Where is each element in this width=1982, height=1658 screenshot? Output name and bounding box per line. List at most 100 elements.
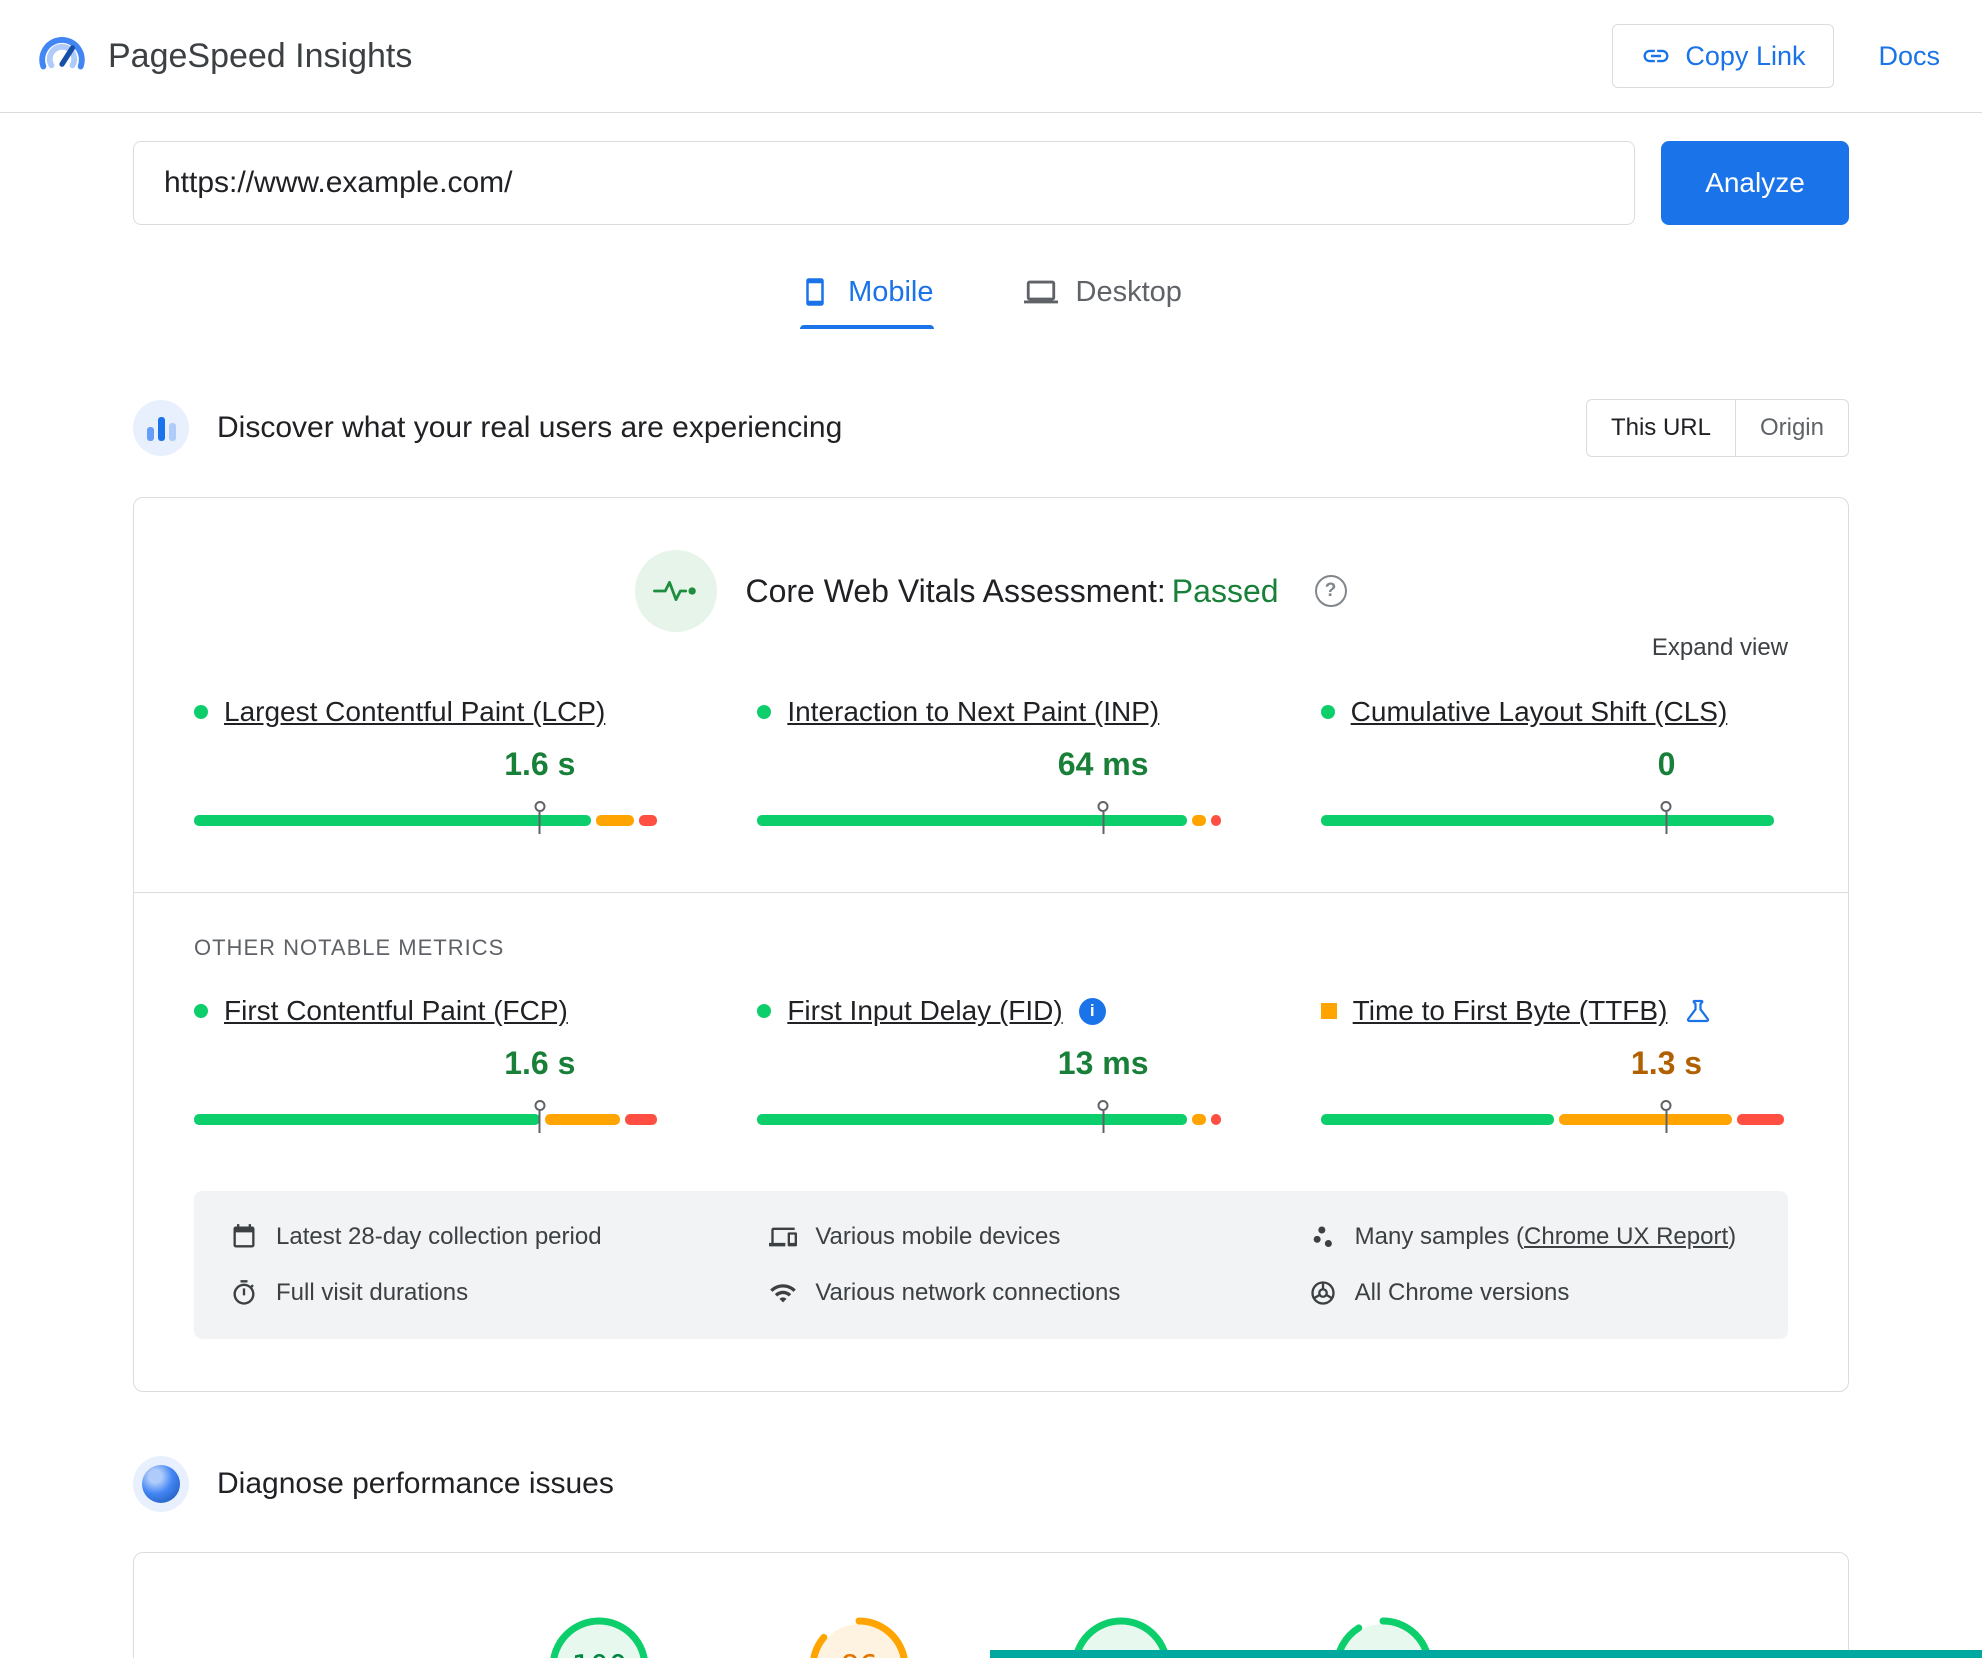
url-input[interactable] [133, 141, 1635, 225]
p75-marker [1097, 1100, 1109, 1133]
experiment-flask-icon[interactable] [1683, 996, 1713, 1026]
bar-poor-segment [1211, 1114, 1221, 1125]
help-icon[interactable]: ? [1314, 575, 1347, 607]
distribution-bar [1320, 815, 1788, 826]
other-metrics-label: OTHER NOTABLE METRICS [194, 935, 505, 960]
device-tabs: Mobile Desktop [133, 275, 1849, 329]
metric-link-fid[interactable]: First Input Delay (FID) [787, 995, 1062, 1027]
samples-icon [1313, 1226, 1332, 1248]
category-accessibility[interactable]: 86 Accessibility [784, 1615, 934, 1658]
collection-details-box: Latest 28-day collection period Various … [194, 1191, 1788, 1339]
bar-good-segment [194, 1114, 540, 1125]
metric-value: 13 ms [1057, 1045, 1149, 1081]
bar-ni-segment [596, 815, 634, 826]
tab-mobile[interactable]: Mobile [800, 275, 934, 329]
good-rating-dot [194, 1004, 208, 1018]
lab-data-heading: Diagnose performance issues [217, 1467, 614, 1500]
good-rating-dot [757, 705, 772, 719]
collection-period-text: Latest 28-day collection period [276, 1223, 602, 1250]
score-value: 86 [807, 1615, 911, 1658]
score-value: 100 [547, 1615, 651, 1658]
scope-this-url[interactable]: This URL [1587, 400, 1735, 456]
marker-stem [1102, 1111, 1105, 1133]
bar-good-segment [757, 1114, 1188, 1125]
metric-link-inp[interactable]: Interaction to Next Paint (INP) [787, 696, 1159, 728]
distribution-bar [194, 1114, 661, 1125]
metric-value: 64 ms [1057, 746, 1149, 782]
bar-ni-segment [1559, 1114, 1733, 1125]
bar-ni-segment [1192, 815, 1207, 826]
metric-value: 1.3 s [1630, 1045, 1703, 1081]
scope-origin[interactable]: Origin [1734, 400, 1848, 456]
category-performance[interactable]: 100 Performance [524, 1615, 674, 1658]
samples-item: Many samples (Chrome UX Report) [1309, 1223, 1752, 1251]
connections-text: Various network connections [815, 1279, 1121, 1306]
chrome-icon [1310, 1281, 1335, 1305]
metric-value: 1.6 s [504, 746, 576, 782]
metric-link-ttfb[interactable]: Time to First Byte (TTFB) [1353, 995, 1668, 1027]
marker-stem [538, 812, 541, 834]
marker-dot [1660, 1100, 1672, 1111]
marker-stem [1665, 812, 1668, 834]
metric-link-lcp[interactable]: Largest Contentful Paint (LCP) [224, 696, 605, 728]
p75-marker [534, 801, 546, 834]
tab-desktop[interactable]: Desktop [1023, 275, 1182, 329]
lighthouse-report-card: 100 Performance 86 Accessibility [133, 1552, 1849, 1658]
app-header: PageSpeed Insights Copy Link Docs [0, 0, 1982, 113]
marker-dot [534, 1100, 546, 1111]
crux-report-link[interactable]: Chrome UX Report [1524, 1223, 1728, 1250]
cwv-assessment-title: Core Web Vitals Assessment: Passed [745, 572, 1279, 609]
bar-good-segment [1320, 1114, 1555, 1125]
score-gauge: 86 [807, 1615, 911, 1658]
p75-marker [1660, 1100, 1672, 1133]
docs-link[interactable]: Docs [1878, 41, 1940, 72]
calendar-icon [233, 1224, 255, 1248]
metric-link-fcp[interactable]: First Contentful Paint (FCP) [224, 995, 568, 1027]
lab-data-section-head: Diagnose performance issues [133, 1456, 1849, 1512]
expand-view-link[interactable]: Expand view [194, 634, 1788, 662]
field-data-section-head: Discover what your real users are experi… [133, 399, 1849, 457]
metric-distribution: 13 ms [757, 1031, 1224, 1145]
distribution-bar [1320, 1114, 1788, 1125]
marker-dot [1097, 801, 1109, 812]
devices-text: Various mobile devices [815, 1223, 1061, 1250]
collection-period-item: Latest 28-day collection period [230, 1223, 673, 1251]
bar-poor-segment [1211, 815, 1221, 826]
p75-marker [1097, 801, 1109, 834]
mobile-devices-icon [769, 1227, 798, 1247]
info-icon[interactable]: i [1078, 997, 1106, 1025]
metric-value: 0 [1657, 746, 1676, 782]
metric-distribution: 64 ms [757, 732, 1224, 846]
marker-stem [538, 1111, 541, 1133]
metric-fid: First Input Delay (FID) i 13 ms [757, 995, 1224, 1145]
metric-cls: Cumulative Layout Shift (CLS) 0 [1320, 696, 1788, 846]
good-rating-dot [1320, 705, 1335, 719]
ni-rating-square [1320, 1003, 1337, 1019]
metric-link-cls[interactable]: Cumulative Layout Shift (CLS) [1351, 696, 1728, 728]
copy-link-button[interactable]: Copy Link [1612, 24, 1835, 88]
stopwatch-icon [233, 1280, 255, 1305]
next-section-peek [990, 1650, 1982, 1658]
distribution-bar [194, 815, 661, 826]
bar-poor-segment [1737, 1114, 1784, 1125]
bar-ni-segment [1192, 1114, 1207, 1125]
real-users-icon [133, 400, 189, 456]
bar-good-segment [194, 815, 592, 826]
distribution-bar [757, 815, 1224, 826]
bar-good-segment [757, 815, 1188, 826]
analyze-button[interactable]: Analyze [1661, 141, 1849, 225]
other-metrics-grid: First Contentful Paint (FCP) 1.6 s First… [194, 995, 1788, 1145]
marker-dot [1097, 1100, 1109, 1111]
app-title: PageSpeed Insights [108, 36, 413, 75]
cwv-assessment-head: Core Web Vitals Assessment: Passed ? [194, 550, 1788, 632]
desktop-icon [1023, 275, 1058, 309]
distribution-bar [757, 1114, 1224, 1125]
metric-ttfb: Time to First Byte (TTFB) 1.3 s [1320, 995, 1788, 1145]
metric-distribution: 0 [1320, 732, 1788, 846]
bar-good-segment [1320, 815, 1774, 826]
bar-poor-segment [638, 815, 658, 826]
chrome-versions-text: All Chrome versions [1354, 1279, 1570, 1306]
network-icon [770, 1284, 797, 1303]
metric-distribution: 1.3 s [1320, 1031, 1788, 1145]
samples-text: Many samples (Chrome UX Report) [1354, 1223, 1737, 1250]
